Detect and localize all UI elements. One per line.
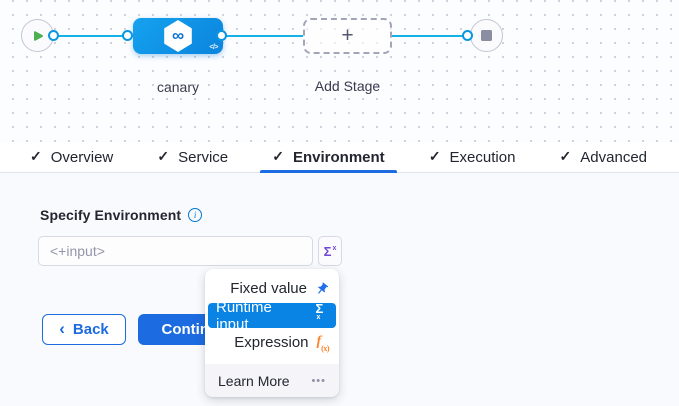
check-icon: ✓ xyxy=(429,148,441,165)
menu-footer: Learn More ••• xyxy=(205,364,339,397)
learn-more-link[interactable]: Learn More xyxy=(218,373,290,389)
flow-line xyxy=(392,35,468,37)
menu-item-expression[interactable]: Expression f(x) xyxy=(205,330,339,355)
sigma-icon: Σx xyxy=(315,301,328,331)
pin-icon xyxy=(312,279,332,299)
more-options-icon[interactable]: ••• xyxy=(311,375,326,387)
environment-input[interactable]: <+input> xyxy=(38,236,313,266)
play-icon xyxy=(32,30,44,42)
info-icon[interactable]: i xyxy=(188,208,202,222)
check-icon: ✓ xyxy=(272,148,284,165)
add-stage-button[interactable]: + xyxy=(303,18,392,54)
tab-advanced[interactable]: ✓ Advanced xyxy=(552,142,655,172)
stop-icon xyxy=(481,30,492,41)
fx-icon: f(x) xyxy=(317,334,330,351)
environment-panel: Specify Environment i <+input> Σx ‹ Back… xyxy=(0,173,679,406)
pipeline-end-node[interactable] xyxy=(470,19,503,52)
check-icon: ✓ xyxy=(560,148,572,165)
connector-dot[interactable] xyxy=(122,30,133,41)
specify-environment-label: Specify Environment xyxy=(40,207,181,223)
code-icon: </> xyxy=(209,44,218,51)
stage-setup-screen: ∞ </> + canary Add Stage ✓ Overview ✓ Se… xyxy=(0,0,679,406)
chevron-left-icon: ‹ xyxy=(59,319,65,339)
tab-execution[interactable]: ✓ Execution xyxy=(421,142,524,172)
tab-environment[interactable]: ✓ Environment xyxy=(264,142,392,172)
menu-item-fixed-value[interactable]: Fixed value xyxy=(205,276,339,301)
connector-dot[interactable] xyxy=(48,30,59,41)
specify-environment-row: Specify Environment i xyxy=(40,207,202,223)
harness-stage-icon: ∞ xyxy=(163,20,193,52)
check-icon: ✓ xyxy=(157,148,169,165)
input-type-menu: Fixed value Runtime input Σx Expression … xyxy=(205,269,339,397)
stage-node-canary[interactable]: ∞ </> xyxy=(133,18,223,54)
menu-item-runtime-input[interactable]: Runtime input Σx xyxy=(208,303,336,328)
flow-line xyxy=(54,35,128,37)
pipeline-canvas: ∞ </> + canary Add Stage xyxy=(0,0,679,142)
plus-icon: + xyxy=(341,25,353,46)
back-button[interactable]: ‹ Back xyxy=(42,314,126,345)
stage-name-label: canary xyxy=(133,79,223,95)
tab-service[interactable]: ✓ Service xyxy=(149,142,236,172)
connector-dot[interactable] xyxy=(216,30,227,41)
add-stage-label: Add Stage xyxy=(296,78,399,94)
environment-input-value: <+input> xyxy=(50,243,105,259)
tab-overview[interactable]: ✓ Overview xyxy=(22,142,121,172)
runtime-input-type-button[interactable]: Σx xyxy=(318,236,342,266)
stage-config-tabs: ✓ Overview ✓ Service ✓ Environment ✓ Exe… xyxy=(0,142,679,173)
flow-line xyxy=(223,35,303,37)
connector-dot[interactable] xyxy=(462,30,473,41)
check-icon: ✓ xyxy=(30,148,42,165)
